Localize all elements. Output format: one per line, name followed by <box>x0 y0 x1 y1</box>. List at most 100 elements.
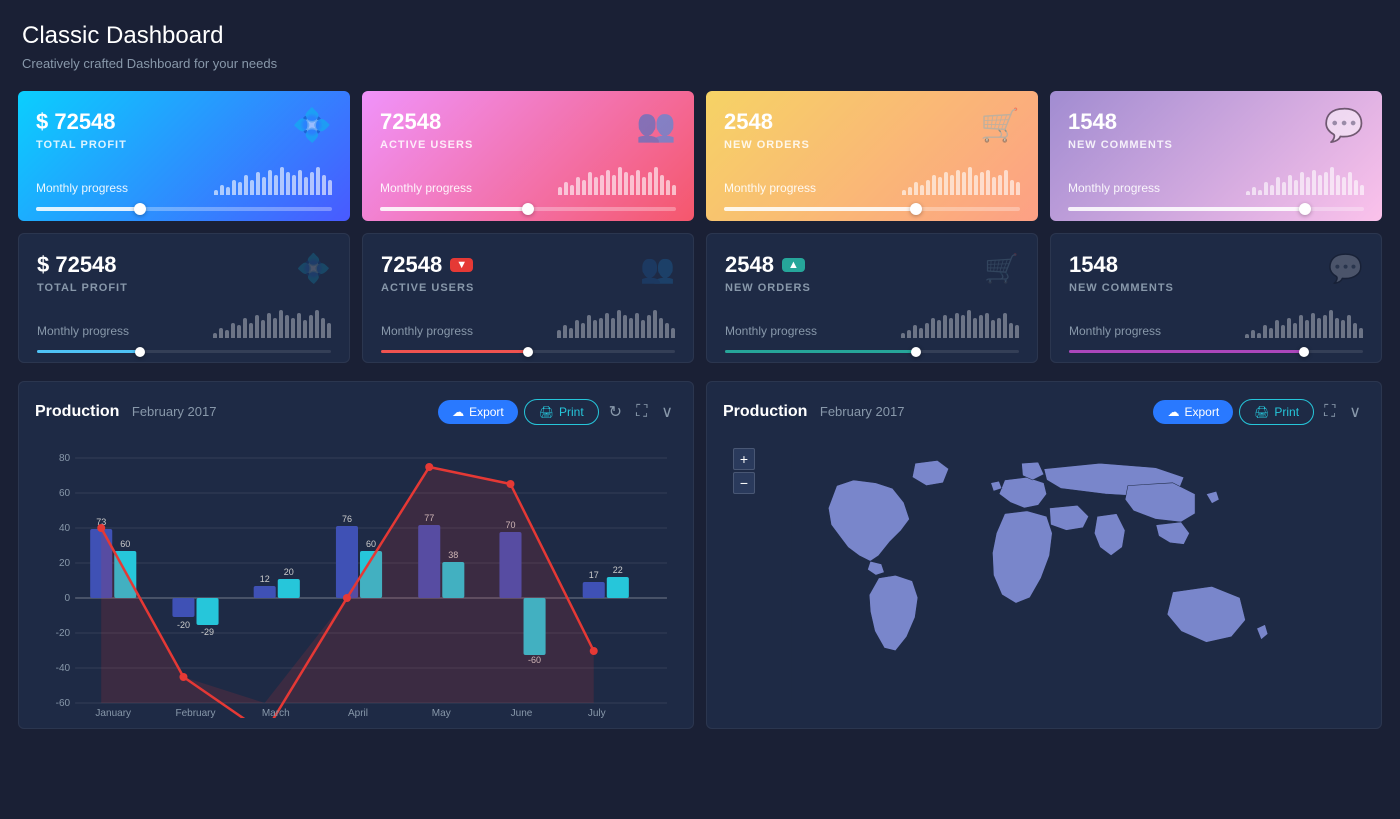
svg-text:-60: -60 <box>56 698 71 709</box>
sparkline-bar <box>1305 320 1309 338</box>
sparkline-bar <box>262 177 266 195</box>
stat-card-dark-icon: 🛒 <box>984 252 1019 285</box>
bar-chart-collapse-button[interactable]: ∨ <box>657 398 677 426</box>
dark-slider-thumb[interactable] <box>911 347 921 357</box>
sparkline-bar <box>955 313 959 338</box>
sparkline-area <box>902 165 1020 195</box>
stat-card-info: 72548 ▼ ACTIVE USERS <box>381 252 474 294</box>
sparkline-bar <box>665 323 669 338</box>
page-subtitle: Creatively crafted Dashboard for your ne… <box>22 56 1378 71</box>
stat-card-info: 1548 NEW COMMENTS <box>1068 109 1173 151</box>
sparkline-bar <box>582 180 586 195</box>
dark-stat-card-active-users-dark: 72548 ▼ ACTIVE USERS 👥 Monthly progress <box>362 233 694 363</box>
dark-slider-container[interactable] <box>1069 350 1363 353</box>
bar-chart-print-button[interactable]: 🖨 Print <box>524 399 599 425</box>
sparkline-area <box>1246 165 1364 195</box>
dark-stat-card-new-orders-dark: 2548 ▲ NEW ORDERS 🛒 Monthly progress <box>706 233 1038 363</box>
stat-card-info: 2548 NEW ORDERS <box>724 109 810 151</box>
sparkline-bar <box>1336 175 1340 195</box>
stat-card-dark-icon: 👥 <box>640 252 675 285</box>
slider-thumb[interactable] <box>134 203 146 215</box>
sparkline-bar <box>979 315 983 338</box>
svg-text:20: 20 <box>59 558 71 569</box>
sparkline-bar <box>575 320 579 338</box>
slider-thumb[interactable] <box>910 203 922 215</box>
sparkline-bar <box>1282 182 1286 195</box>
dark-slider-thumb[interactable] <box>523 347 533 357</box>
svg-text:April: April <box>348 708 368 718</box>
sparkline-bar <box>1251 330 1255 338</box>
slider-thumb[interactable] <box>1299 203 1311 215</box>
map-chart-print-button[interactable]: 🖨 Print <box>1239 399 1314 425</box>
sparkline-bar <box>961 315 965 338</box>
sparkline-bar <box>557 330 561 338</box>
stat-card-dark-value: 2548 ▲ <box>725 252 811 278</box>
sparkline-bar <box>1330 167 1334 195</box>
slider-filled <box>1068 207 1305 211</box>
svg-text:-29: -29 <box>201 627 214 637</box>
slider-container[interactable] <box>1068 207 1364 211</box>
stat-card-bottom: Monthly progress <box>381 308 675 348</box>
stat-card-dark-label: ACTIVE USERS <box>381 282 474 294</box>
sparkline-bar <box>1348 172 1352 195</box>
sparkline-bar <box>1246 191 1250 195</box>
slider-container[interactable] <box>724 207 1020 211</box>
dark-slider-container[interactable] <box>725 350 1019 353</box>
dark-slider-thumb[interactable] <box>1299 347 1309 357</box>
sparkline-bar <box>255 315 259 338</box>
map-chart-actions: ☁ Export 🖨 Print ⛶ ∨ <box>1153 398 1365 426</box>
bar-chart-expand-button[interactable]: ⛶ <box>632 399 651 425</box>
slider-container[interactable] <box>380 207 676 211</box>
sparkline-bar <box>238 182 242 195</box>
slider-thumb[interactable] <box>522 203 534 215</box>
sparkline-bar <box>992 177 996 195</box>
stat-card-top: 2548 NEW ORDERS 🛒 <box>724 109 1020 151</box>
dark-slider-container[interactable] <box>37 350 331 353</box>
stat-card-dark-label: NEW COMMENTS <box>1069 282 1174 294</box>
sparkline-bar <box>261 320 265 338</box>
svg-text:60: 60 <box>366 539 376 549</box>
sparkline-bar <box>624 172 628 195</box>
map-chart-title-group: Production February 2017 <box>723 403 904 421</box>
sparkline-bar <box>908 187 912 195</box>
stat-card-progress-label: Monthly progress <box>724 181 816 195</box>
map-zoom-out-button[interactable]: − <box>733 472 755 494</box>
sparkline-bar <box>1245 334 1249 338</box>
bar-chart-export-button[interactable]: ☁ Export <box>438 400 518 424</box>
sparkline-bar <box>327 323 331 338</box>
sparkline-bar <box>606 170 610 195</box>
dark-slider-container[interactable] <box>381 350 675 353</box>
sparkline-bar <box>623 315 627 338</box>
dark-stat-card-total-profit-dark: $ 72548 TOTAL PROFIT 💠 Monthly progress <box>18 233 350 363</box>
bar-chart-actions: ☁ Export 🖨 Print ↻ ⛶ ∨ <box>438 398 677 426</box>
sparkline-bar <box>1281 325 1285 338</box>
sparkline-bar <box>1010 180 1014 195</box>
sparkline-bar <box>322 175 326 195</box>
sparkline-bar <box>653 310 657 338</box>
map-chart-collapse-button[interactable]: ∨ <box>1345 398 1365 426</box>
sparkline-bar <box>250 180 254 195</box>
svg-text:-20: -20 <box>177 620 190 630</box>
map-chart-expand-button[interactable]: ⛶ <box>1320 399 1339 425</box>
slider-container[interactable] <box>36 207 332 211</box>
stat-card-dark-icon: 💠 <box>296 252 331 285</box>
stat-card-info: $ 72548 TOTAL PROFIT <box>37 252 128 294</box>
colored-stat-cards: $ 72548 TOTAL PROFIT 💠 Monthly progress … <box>0 81 1400 221</box>
stat-card-bottom: Monthly progress <box>724 165 1020 205</box>
dark-slider-filled <box>381 350 528 353</box>
stat-card-dark-value: 72548 ▼ <box>381 252 474 278</box>
sparkline-bar <box>641 320 645 338</box>
stat-card-bottom: Monthly progress <box>380 165 676 205</box>
dark-slider-thumb[interactable] <box>135 347 145 357</box>
dark-stat-card-new-comments-dark: 1548 NEW COMMENTS 💬 Monthly progress <box>1050 233 1382 363</box>
sparkline-bar <box>611 318 615 338</box>
svg-text:60: 60 <box>59 488 71 499</box>
map-chart-export-button[interactable]: ☁ Export <box>1153 400 1233 424</box>
sparkline-area <box>1245 308 1363 338</box>
bar-chart-refresh-button[interactable]: ↻ <box>605 398 626 426</box>
sparkline-bar <box>256 172 260 195</box>
sparkline-bar <box>967 310 971 338</box>
map-zoom-in-button[interactable]: + <box>733 448 755 470</box>
sparkline-bar <box>1347 315 1351 338</box>
sparkline-bar <box>980 172 984 195</box>
